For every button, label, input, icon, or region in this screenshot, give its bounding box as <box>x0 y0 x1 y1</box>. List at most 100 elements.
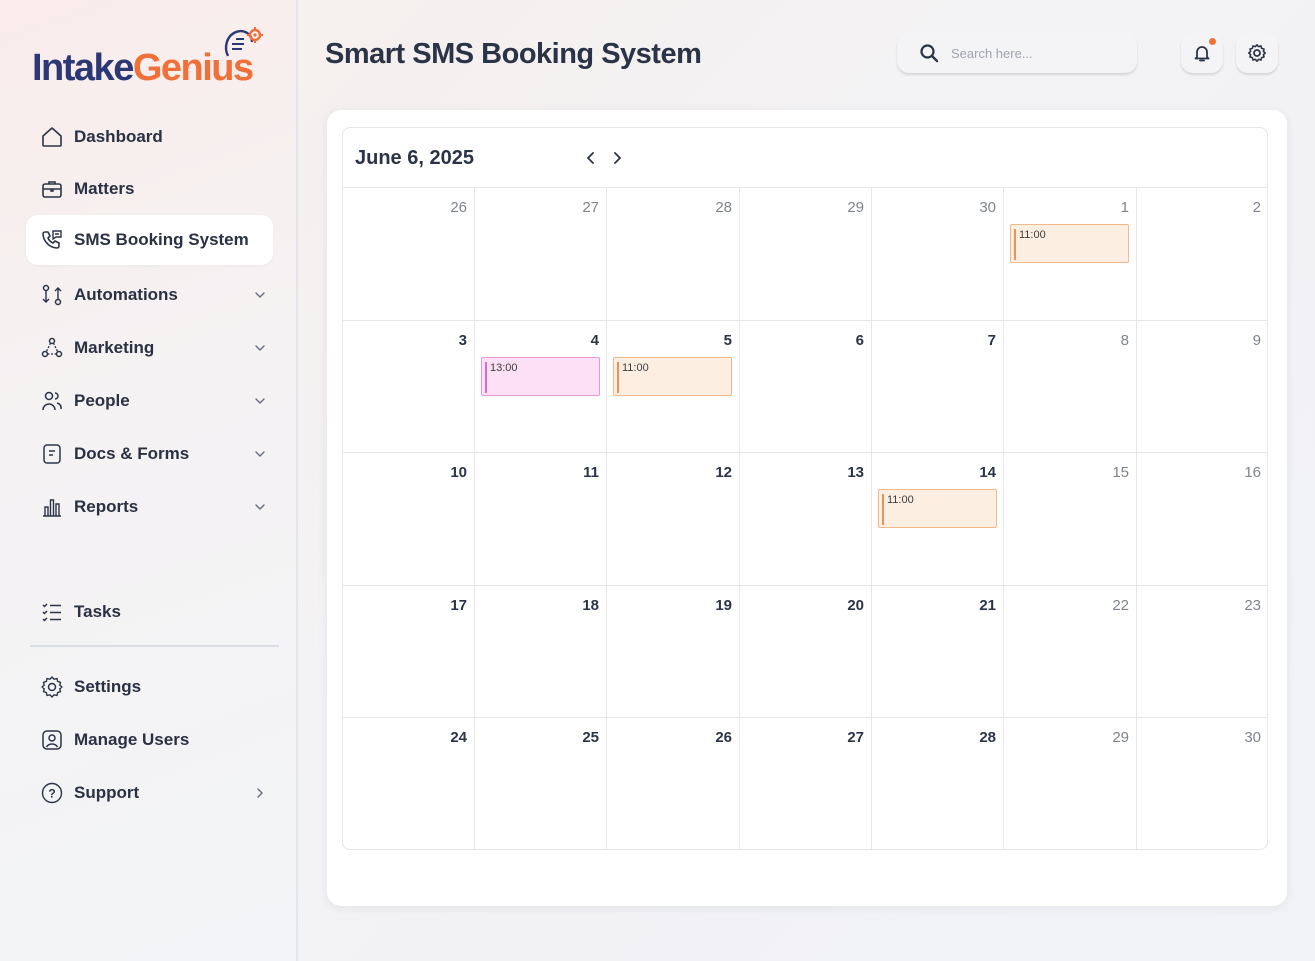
calendar-day-cell[interactable]: 16 <box>1137 453 1267 586</box>
chevron-down-icon[interactable] <box>253 393 267 407</box>
event-time: 11:00 <box>622 361 649 374</box>
calendar-day-cell[interactable]: 8 <box>1004 320 1137 454</box>
sidebar-item-label: Automations <box>74 285 178 304</box>
event-time: 13:00 <box>490 361 518 374</box>
sidebar-item-marketing[interactable]: Marketing <box>26 323 273 373</box>
sidebar-item-label: Settings <box>74 677 142 696</box>
calendar-day-cell[interactable]: 1 11:00 <box>1004 188 1137 321</box>
calendar-day-cell[interactable]: 26 <box>607 718 740 849</box>
notifications-button[interactable] <box>1181 33 1223 73</box>
day-number: 21 <box>979 596 996 614</box>
calendar-day-cell[interactable]: 9 <box>1137 321 1267 454</box>
prev-month-button[interactable] <box>583 148 599 168</box>
calendar-day-cell[interactable]: 23 <box>1137 586 1267 719</box>
chevron-left-icon <box>587 152 594 164</box>
calendar-day-cell[interactable]: 28 <box>872 718 1004 849</box>
calendar-day-cell[interactable]: 21 <box>872 585 1004 719</box>
day-number: 10 <box>450 464 467 482</box>
day-number: 18 <box>582 596 599 614</box>
sidebar-item-matters[interactable]: Matters <box>26 164 273 214</box>
settings-button[interactable] <box>1236 33 1278 73</box>
day-number: 27 <box>847 729 864 747</box>
calendar-day-cell[interactable]: 2 <box>1137 188 1267 321</box>
network-icon <box>40 336 64 360</box>
calendar-day-cell[interactable]: 13 <box>740 453 872 586</box>
sidebar-item-reports[interactable]: Reports <box>26 482 273 532</box>
day-number: 4 <box>590 331 599 349</box>
calendar-day-cell[interactable]: 4 13:00 <box>475 320 607 454</box>
sidebar-item-sms-booking-system[interactable]: SMS Booking System <box>26 215 273 265</box>
sidebar-item-tasks[interactable]: Tasks <box>26 587 273 637</box>
calendar-day-cell[interactable]: 30 <box>872 188 1004 321</box>
day-number: 23 <box>1244 596 1261 614</box>
calendar-day-cell[interactable]: 24 <box>343 718 475 849</box>
calendar-event[interactable]: 11:00 <box>878 489 997 529</box>
calendar-day-cell[interactable]: 18 <box>475 585 607 719</box>
workflow-icon <box>40 283 64 307</box>
day-number: 3 <box>458 331 467 349</box>
calendar-day-cell[interactable]: 6 <box>740 320 872 454</box>
calendar-day-cell[interactable]: 29 <box>1004 718 1137 849</box>
bell-icon <box>1194 46 1210 62</box>
calendar-day-cell[interactable]: 15 <box>1004 453 1137 586</box>
calendar-day-cell[interactable]: 17 <box>343 585 475 719</box>
chevron-down-icon[interactable] <box>253 446 267 460</box>
calendar-day-cell[interactable]: 12 <box>607 453 740 586</box>
sidebar-item-settings[interactable]: Settings <box>26 662 273 712</box>
calendar-day-cell[interactable]: 3 <box>343 320 475 454</box>
calendar-day-cell[interactable]: 28 <box>607 188 740 321</box>
sidebar-item-support[interactable]: ? Support <box>26 768 273 818</box>
day-number: 15 <box>1112 464 1129 482</box>
calendar-day-cell[interactable]: 25 <box>475 718 607 849</box>
notification-dot <box>1209 38 1216 45</box>
calendar-day-cell[interactable]: 11 <box>475 453 607 586</box>
briefcase-icon <box>40 177 64 201</box>
calendar-day-cell[interactable]: 30 <box>1137 718 1267 849</box>
calendar-event[interactable]: 11:00 <box>613 356 732 396</box>
day-number: 24 <box>450 729 467 747</box>
sidebar-item-docs-forms[interactable]: Docs & Forms <box>26 429 273 479</box>
calendar-day-cell[interactable]: 22 <box>1004 585 1137 719</box>
day-number: 1 <box>1120 199 1129 216</box>
calendar-event[interactable]: 13:00 <box>481 356 600 396</box>
calendar-day-cell[interactable]: 27 <box>740 718 872 849</box>
day-number: 28 <box>715 199 732 216</box>
calendar-day-cell[interactable]: 26 <box>343 188 475 321</box>
calendar-event[interactable]: 11:00 <box>1010 224 1129 263</box>
day-number: 16 <box>1244 464 1261 482</box>
calendar-day-cell[interactable]: 10 <box>343 453 475 586</box>
calendar-day-cell[interactable]: 29 <box>740 188 872 321</box>
day-number: 26 <box>450 199 467 216</box>
calendar-day-cell[interactable]: 20 <box>740 585 872 719</box>
calendar-day-cell[interactable]: 19 <box>607 585 740 719</box>
sidebar-item-automations[interactable]: Automations <box>26 270 273 320</box>
search-box[interactable] <box>897 33 1137 73</box>
svg-text:?: ? <box>48 787 55 801</box>
logo[interactable]: IntakeGenius <box>32 44 254 92</box>
chevron-down-icon[interactable] <box>253 340 267 354</box>
sidebar-item-people[interactable]: People <box>26 376 273 426</box>
day-number: 17 <box>450 596 467 614</box>
help-icon: ? <box>40 781 64 805</box>
sidebar-item-manage-users[interactable]: Manage Users <box>26 715 273 765</box>
chevron-right-icon[interactable] <box>253 785 267 799</box>
calendar-day-cell[interactable]: 14 11:00 <box>872 453 1004 586</box>
sidebar-item-label: Marketing <box>74 338 155 357</box>
sidebar-item-label: Reports <box>74 497 139 516</box>
calendar-day-cell[interactable]: 5 11:00 <box>607 320 740 454</box>
sidebar-item-dashboard[interactable]: Dashboard <box>26 112 273 162</box>
gear-icon <box>40 675 64 699</box>
sidebar-item-label: Manage Users <box>74 730 190 749</box>
calendar-day-cell[interactable]: 7 <box>872 320 1004 454</box>
chevron-down-icon[interactable] <box>253 499 267 513</box>
sidebar-item-label: Matters <box>74 179 135 198</box>
day-number: 6 <box>855 331 864 349</box>
search-input[interactable] <box>951 45 1121 61</box>
day-number: 8 <box>1120 331 1129 349</box>
chevron-down-icon[interactable] <box>253 287 267 301</box>
day-number: 9 <box>1252 331 1261 349</box>
calendar-day-cell[interactable]: 27 <box>475 188 607 321</box>
event-time: 11:00 <box>887 494 914 507</box>
calendar-grid: 26 27 28 29 30 1 11:00 2 3 4 13:00 5 11:00 6 7 8 9 10 11 12… <box>343 188 1267 849</box>
next-month-button[interactable] <box>609 148 625 168</box>
